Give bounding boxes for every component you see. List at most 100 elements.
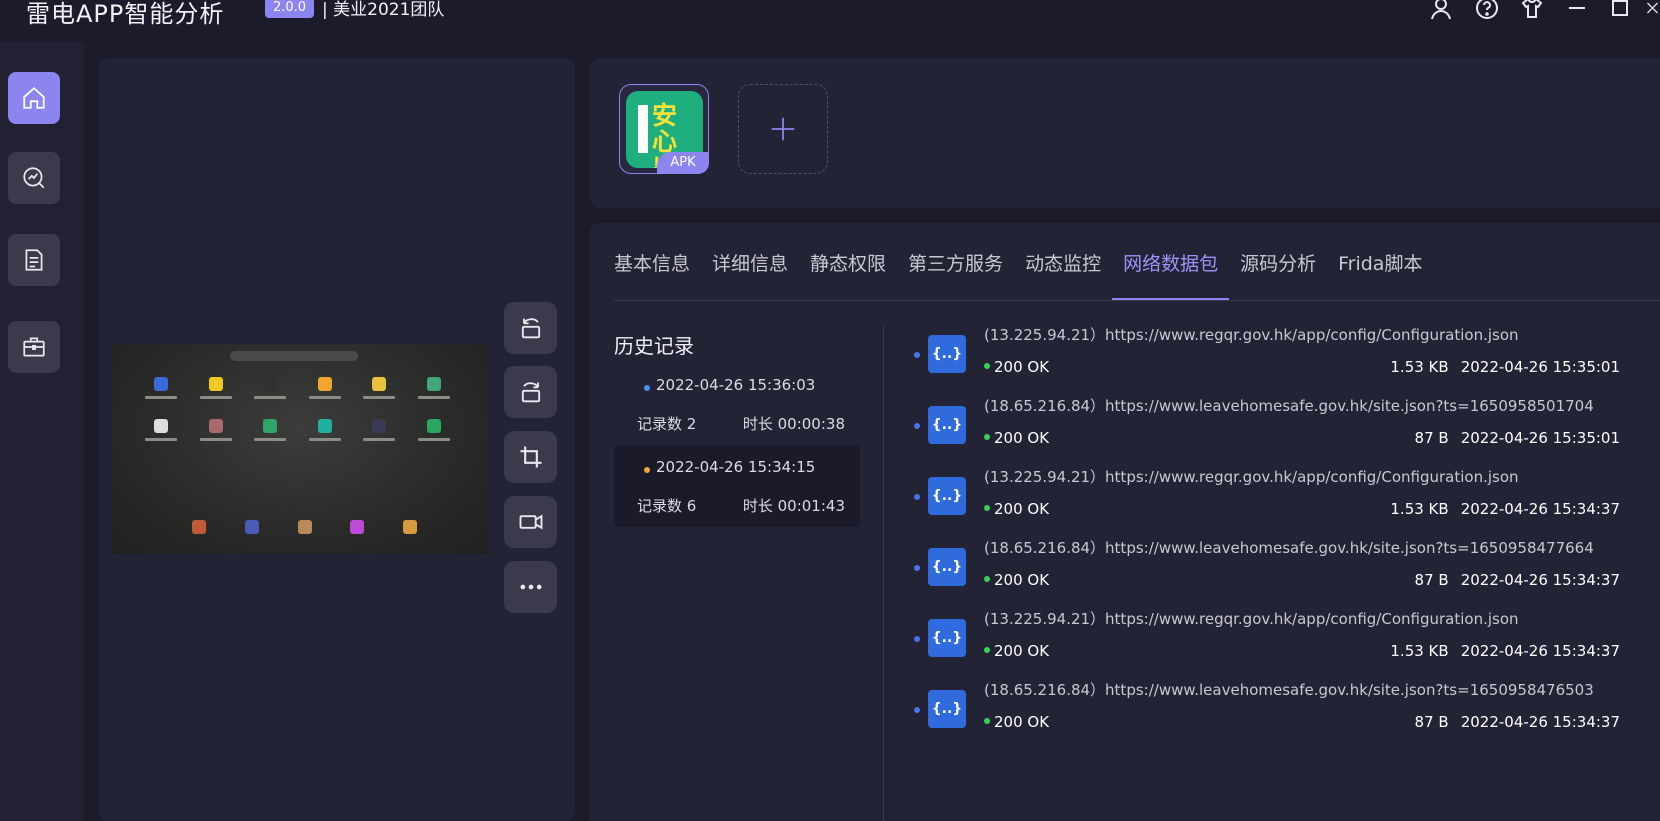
user-icon[interactable] [1427, 0, 1455, 22]
tab-5[interactable]: 网络数据包 [1112, 251, 1230, 301]
status-dot [984, 505, 990, 511]
session-count: 记录数 2 [637, 415, 697, 433]
row-bullet [914, 423, 920, 429]
row-bullet [914, 565, 920, 571]
more-icon [520, 584, 541, 590]
rotate-left-button[interactable] [504, 302, 557, 354]
session-dot [644, 385, 650, 391]
status-dot [984, 576, 990, 582]
request-time: 2022-04-26 15:35:01 [1460, 429, 1620, 447]
request-meta: 1.53 KB 2022-04-26 15:34:37 [1378, 642, 1620, 660]
request-meta: 1.53 KB 2022-04-26 15:35:01 [1378, 358, 1620, 376]
request-row[interactable]: {..} (18.65.216.84）https://www.leavehomes… [914, 386, 1620, 461]
left-navigation [0, 42, 84, 821]
tab-bar: 基本信息 详细信息 静态权限 第三方服务 动态监控 网络数据包 源码分析 Frida脚本 [614, 251, 1433, 301]
tab-4[interactable]: 动态监控 [1014, 251, 1112, 301]
plus-icon [771, 117, 795, 141]
toolbox-icon [23, 337, 45, 357]
request-size: 87 B [1414, 713, 1449, 731]
maximize-icon[interactable] [1606, 0, 1634, 22]
session-time: 2022-04-26 15:36:03 [656, 376, 816, 394]
history-session[interactable]: 2022-04-26 15:34:15 记录数 6 时长 00:01:43 [614, 445, 860, 527]
request-status: 200 OK [994, 429, 1050, 447]
rotate-right-icon [521, 382, 540, 403]
session-count: 记录数 6 [637, 497, 697, 515]
home-icon [23, 87, 45, 109]
device-search-bar [230, 351, 358, 361]
json-icon: {..} [928, 477, 966, 515]
detail-panel: 基本信息 详细信息 静态权限 第三方服务 动态监控 网络数据包 源码分析 Frida脚本 历史… [590, 223, 1660, 821]
request-row[interactable]: {..} (13.225.94.21）https://www.regqr.gov.… [914, 315, 1620, 390]
nav-report-button[interactable] [8, 234, 60, 286]
json-icon: {..} [928, 548, 966, 586]
tab-7[interactable]: Frida脚本 [1327, 251, 1433, 301]
nav-analysis-button[interactable] [8, 152, 60, 204]
minimize-icon[interactable] [1563, 0, 1591, 22]
request-time: 2022-04-26 15:34:37 [1460, 571, 1620, 589]
request-time: 2022-04-26 15:34:37 [1460, 642, 1620, 660]
crop-icon [520, 446, 541, 468]
apk-tag: APK [657, 152, 709, 174]
request-meta: 1.53 KB 2022-04-26 15:34:37 [1378, 500, 1620, 518]
crop-button[interactable] [504, 431, 557, 483]
request-url: (18.65.216.84）https://www.leavehomesafe.… [984, 681, 1594, 699]
team-label: | 美业2021团队 [322, 0, 445, 20]
request-url: (13.225.94.21）https://www.regqr.gov.hk/a… [984, 468, 1519, 486]
list-divider [883, 326, 884, 821]
tab-1[interactable]: 详细信息 [701, 251, 799, 301]
version-badge: 2.0.0 [265, 0, 315, 18]
request-row[interactable]: {..} (18.65.216.84）https://www.leavehomes… [914, 670, 1620, 745]
more-button[interactable] [504, 561, 557, 613]
record-video-button[interactable] [504, 496, 557, 548]
tab-3[interactable]: 第三方服务 [897, 251, 1014, 301]
request-size: 1.53 KB [1390, 642, 1449, 660]
apk-card[interactable]: 安心出行 APK [619, 84, 709, 174]
request-url: (13.225.94.21）https://www.regqr.gov.hk/a… [984, 610, 1519, 628]
request-size: 1.53 KB [1390, 500, 1449, 518]
history-session[interactable]: 2022-04-26 15:36:03 记录数 2 时长 00:00:38 [614, 363, 860, 445]
request-time: 2022-04-26 15:34:37 [1460, 713, 1620, 731]
close-icon[interactable] [1645, 0, 1660, 22]
request-meta: 87 B 2022-04-26 15:34:37 [1403, 713, 1620, 731]
analysis-icon [23, 167, 45, 189]
request-time: 2022-04-26 15:34:37 [1460, 500, 1620, 518]
request-status: 200 OK [994, 358, 1050, 376]
tab-0[interactable]: 基本信息 [614, 251, 701, 301]
tab-2[interactable]: 静态权限 [799, 251, 897, 301]
tab-divider [614, 300, 1660, 301]
session-duration: 时长 00:00:38 [742, 415, 845, 433]
request-row[interactable]: {..} (13.225.94.21）https://www.regqr.gov.… [914, 599, 1620, 674]
request-size: 87 B [1414, 429, 1449, 447]
request-status: 200 OK [994, 571, 1050, 589]
nav-home-button[interactable] [8, 72, 60, 124]
json-icon: {..} [928, 406, 966, 444]
request-time: 2022-04-26 15:35:01 [1460, 358, 1620, 376]
session-duration: 时长 00:01:43 [742, 497, 845, 515]
help-icon[interactable] [1473, 0, 1501, 22]
app-title: 雷电APP智能分析 [26, 0, 225, 28]
row-bullet [914, 494, 920, 500]
row-bullet [914, 707, 920, 713]
status-dot [984, 434, 990, 440]
request-row[interactable]: {..} (18.65.216.84）https://www.leavehomes… [914, 528, 1620, 603]
history-title: 历史记录 [614, 334, 694, 358]
request-status: 200 OK [994, 642, 1050, 660]
status-dot [984, 647, 990, 653]
rotate-left-icon [521, 318, 540, 339]
request-row[interactable]: {..} (13.225.94.21）https://www.regqr.gov.… [914, 457, 1620, 532]
tab-6[interactable]: 源码分析 [1229, 251, 1327, 301]
video-record-icon [519, 514, 542, 530]
json-icon: {..} [928, 335, 966, 373]
rotate-right-button[interactable] [504, 366, 557, 418]
json-icon: {..} [928, 619, 966, 657]
device-screen[interactable] [112, 344, 488, 554]
title-bar: 雷电APP智能分析 2.0.0 | 美业2021团队 [0, 0, 1660, 42]
request-meta: 87 B 2022-04-26 15:35:01 [1403, 429, 1620, 447]
skin-icon[interactable] [1518, 0, 1546, 22]
apk-panel: 安心出行 APK [590, 58, 1660, 208]
request-size: 1.53 KB [1390, 358, 1449, 376]
row-bullet [914, 636, 920, 642]
status-dot [984, 363, 990, 369]
nav-toolbox-button[interactable] [8, 321, 60, 373]
add-apk-button[interactable] [738, 84, 828, 174]
